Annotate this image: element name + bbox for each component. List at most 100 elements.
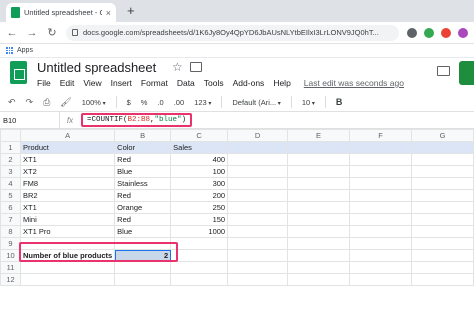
document-title[interactable]: Untitled spreadsheet [37, 60, 156, 75]
cell-b2[interactable]: Red [114, 153, 172, 166]
column-header-b[interactable]: B [114, 129, 172, 142]
cell-g11[interactable] [410, 261, 474, 274]
cell-d11[interactable] [227, 261, 289, 274]
column-header-c[interactable]: C [170, 129, 229, 142]
cell-c12[interactable] [170, 273, 229, 286]
cell-g8[interactable] [410, 225, 474, 238]
cell-a2[interactable]: XT1 [19, 153, 116, 166]
zoom-select[interactable]: 100% [82, 98, 106, 107]
cell-g4[interactable] [410, 177, 474, 190]
cell-c7[interactable]: 150 [170, 213, 229, 226]
cell-g1[interactable] [410, 141, 474, 154]
redo-icon[interactable]: ↷ [26, 97, 34, 108]
cell-f4[interactable] [349, 177, 412, 190]
menu-data[interactable]: Data [177, 78, 195, 88]
font-size-select[interactable]: 10 [302, 98, 315, 107]
currency-format-button[interactable]: $ [127, 98, 131, 107]
cell-c4[interactable]: 300 [170, 177, 229, 190]
cell-g12[interactable] [410, 273, 474, 286]
cell-b5[interactable]: Red [114, 189, 172, 202]
cell-b12[interactable] [114, 273, 172, 286]
menu-add-ons[interactable]: Add-ons [233, 78, 265, 88]
move-to-folder-icon[interactable] [190, 62, 202, 72]
cell-e5[interactable] [287, 189, 351, 202]
percent-format-button[interactable]: % [141, 98, 148, 107]
cell-c5[interactable]: 200 [170, 189, 229, 202]
cell-a12[interactable] [19, 273, 116, 286]
cell-b6[interactable]: Orange [114, 201, 172, 214]
bold-button[interactable]: B [336, 97, 343, 107]
browser-tab[interactable]: Untitled spreadsheet - Google Sheets × [6, 3, 116, 22]
column-header-f[interactable]: F [349, 129, 412, 142]
cell-f9[interactable] [349, 237, 412, 250]
row-header[interactable]: 12 [0, 273, 21, 286]
cell-f11[interactable] [349, 261, 412, 274]
cell-f5[interactable] [349, 189, 412, 202]
cell-d3[interactable] [227, 165, 289, 178]
cell-b4[interactable]: Stainless [114, 177, 172, 190]
cell-d2[interactable] [227, 153, 289, 166]
cell-c3[interactable]: 100 [170, 165, 229, 178]
cell-c8[interactable]: 1000 [170, 225, 229, 238]
cell-d1[interactable] [227, 141, 289, 154]
cell-g10[interactable] [410, 249, 474, 262]
print-icon[interactable]: ⎙ [43, 97, 50, 108]
last-edit-link[interactable]: Last edit was seconds ago [304, 78, 404, 88]
cell-e1[interactable] [287, 141, 351, 154]
cell-g2[interactable] [410, 153, 474, 166]
cell-e8[interactable] [287, 225, 351, 238]
cell-g3[interactable] [410, 165, 474, 178]
cell-c1[interactable]: Sales [170, 141, 229, 154]
extension-icon[interactable] [441, 27, 451, 38]
cell-g7[interactable] [410, 213, 474, 226]
more-formats-select[interactable]: 123 [194, 98, 211, 107]
cell-a5[interactable]: BR2 [19, 189, 116, 202]
share-button[interactable] [459, 61, 474, 85]
formula-input[interactable]: =COUNTIF(B2:B8, "blue") [81, 113, 193, 127]
column-header-e[interactable]: E [287, 129, 351, 142]
cell-a11[interactable] [19, 261, 116, 274]
url-input[interactable]: docs.google.com/spreadsheets/d/1K6Jy8Oy4… [66, 24, 399, 41]
font-select[interactable]: Default (Ari... [232, 98, 280, 107]
cell-e3[interactable] [287, 165, 351, 178]
undo-icon[interactable]: ↶ [8, 97, 16, 108]
cell-c6[interactable]: 250 [170, 201, 229, 214]
name-box[interactable]: B10 [0, 112, 60, 128]
cell-d6[interactable] [227, 201, 289, 214]
tab-close-icon[interactable]: × [106, 8, 111, 18]
menu-tools[interactable]: Tools [204, 78, 224, 88]
cell-a8[interactable]: XT1 Pro [19, 225, 116, 238]
menu-file[interactable]: File [37, 78, 51, 88]
cell-b8[interactable]: Blue [114, 225, 172, 238]
row-header[interactable]: 3 [0, 165, 21, 178]
cell-d9[interactable] [227, 237, 289, 250]
cell-f12[interactable] [349, 273, 412, 286]
row-header[interactable]: 7 [0, 213, 21, 226]
cell-c11[interactable] [170, 261, 229, 274]
extension-icon[interactable] [424, 27, 434, 38]
cell-f3[interactable] [349, 165, 412, 178]
cell-b7[interactable]: Red [114, 213, 172, 226]
menu-format[interactable]: Format [141, 78, 168, 88]
cell-d12[interactable] [227, 273, 289, 286]
decrease-decimal-button[interactable]: .0 [157, 98, 163, 107]
cell-f10[interactable] [349, 249, 412, 262]
star-icon[interactable]: ☆ [172, 60, 183, 74]
menu-edit[interactable]: Edit [60, 78, 75, 88]
cell-f1[interactable] [349, 141, 412, 154]
menu-help[interactable]: Help [273, 78, 290, 88]
profile-avatar-icon[interactable] [458, 27, 468, 38]
row-header[interactable]: 9 [0, 237, 21, 250]
comments-icon[interactable] [437, 66, 450, 76]
menu-view[interactable]: View [83, 78, 101, 88]
cell-e4[interactable] [287, 177, 351, 190]
cell-f6[interactable] [349, 201, 412, 214]
cell-c10[interactable] [170, 249, 229, 262]
column-header-g[interactable]: G [410, 129, 474, 142]
cell-a4[interactable]: FM8 [19, 177, 116, 190]
row-header[interactable]: 11 [0, 261, 21, 274]
cell-d5[interactable] [227, 189, 289, 202]
cell-e6[interactable] [287, 201, 351, 214]
forward-icon[interactable]: → [26, 27, 38, 39]
cell-d10[interactable] [227, 249, 289, 262]
